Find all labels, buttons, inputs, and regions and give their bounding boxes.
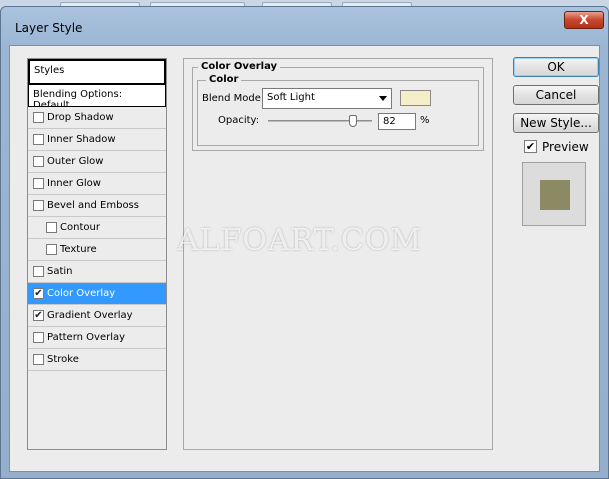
blend-mode-label: Blend Mode: [202,93,265,104]
opacity-label: Opacity: [218,115,260,126]
style-item-label: Satin [47,266,73,277]
style-checkbox[interactable] [33,134,44,145]
style-item-label: Pattern Overlay [47,332,126,343]
style-item-gradient-overlay[interactable]: ✔ Gradient Overlay [28,305,166,327]
style-item-inner-glow[interactable]: Inner Glow [28,173,166,195]
style-item-label: Gradient Overlay [47,310,133,321]
style-item-texture[interactable]: Texture [28,239,166,261]
style-checkbox[interactable] [33,266,44,277]
style-item-satin[interactable]: Satin [28,261,166,283]
close-button[interactable]: X [564,11,604,29]
style-item-label: Outer Glow [47,156,104,167]
style-checkbox[interactable] [33,354,44,365]
blend-mode-value: Soft Light [267,92,315,103]
opacity-input[interactable]: 82 [378,113,416,130]
style-item-label: Drop Shadow [47,112,114,123]
opacity-slider-handle[interactable] [349,115,358,127]
title-bar[interactable]: Layer Style X [1,7,608,39]
preview-checkbox[interactable]: ✔ [524,140,537,153]
style-checkbox[interactable] [33,112,44,123]
style-checkbox[interactable]: ✔ [33,288,44,299]
style-item-label: Inner Shadow [47,134,116,145]
chevron-down-icon [379,96,387,101]
preview-swatch [540,180,570,210]
color-overlay-title: Color Overlay [198,61,281,72]
new-style-button[interactable]: New Style... [513,113,599,133]
overlay-color-swatch[interactable] [400,90,431,106]
style-item-drop-shadow[interactable]: Drop Shadow [28,107,166,129]
style-items: Drop Shadow Inner Shadow Outer Glow Inner G… [28,107,166,371]
style-item-contour[interactable]: Contour [28,217,166,239]
preview-thumbnail [522,162,586,226]
style-checkbox[interactable] [46,222,57,233]
style-item-label: Texture [60,244,97,255]
color-overlay-group: Color Overlay Color Blend Mode: Soft Lig… [192,61,484,151]
style-checkbox[interactable] [33,332,44,343]
blending-options-item[interactable]: Blending Options: Default [28,85,166,111]
preview-label: Preview [542,140,589,154]
dialog-title: Layer Style [15,21,83,35]
watermark-text: ALFOART.COM [177,223,423,258]
color-group: Color Blend Mode: Soft Light Opacity: 82… [197,74,479,146]
style-item-pattern-overlay[interactable]: Pattern Overlay [28,327,166,349]
style-item-outer-glow[interactable]: Outer Glow [28,151,166,173]
styles-list: Styles Blending Options: Default Drop Sh… [27,58,167,450]
cancel-button[interactable]: Cancel [513,85,599,105]
style-item-color-overlay[interactable]: ✔ Color Overlay [28,283,166,305]
style-item-label: Contour [60,222,100,233]
opacity-unit: % [420,115,430,126]
ok-button[interactable]: OK [513,57,599,77]
blend-mode-select[interactable]: Soft Light [262,88,392,109]
style-checkbox[interactable] [33,156,44,167]
style-item-stroke[interactable]: Stroke [28,349,166,371]
style-item-inner-shadow[interactable]: Inner Shadow [28,129,166,151]
style-item-label: Color Overlay [47,288,116,299]
layer-style-dialog: Layer Style X Styles Blending Options: D… [0,6,609,479]
dialog-body: Styles Blending Options: Default Drop Sh… [9,45,600,472]
style-checkbox[interactable] [33,178,44,189]
color-group-title: Color [206,74,242,85]
style-checkbox[interactable] [33,200,44,211]
style-item-label: Stroke [47,354,79,365]
preview-toggle[interactable]: ✔ Preview [524,140,604,156]
style-checkbox[interactable] [46,244,57,255]
style-item-label: Inner Glow [47,178,101,189]
style-item-bevel-and-emboss[interactable]: Bevel and Emboss [28,195,166,217]
styles-header[interactable]: Styles [28,59,166,85]
style-item-label: Bevel and Emboss [47,200,139,211]
style-checkbox[interactable]: ✔ [33,310,44,321]
